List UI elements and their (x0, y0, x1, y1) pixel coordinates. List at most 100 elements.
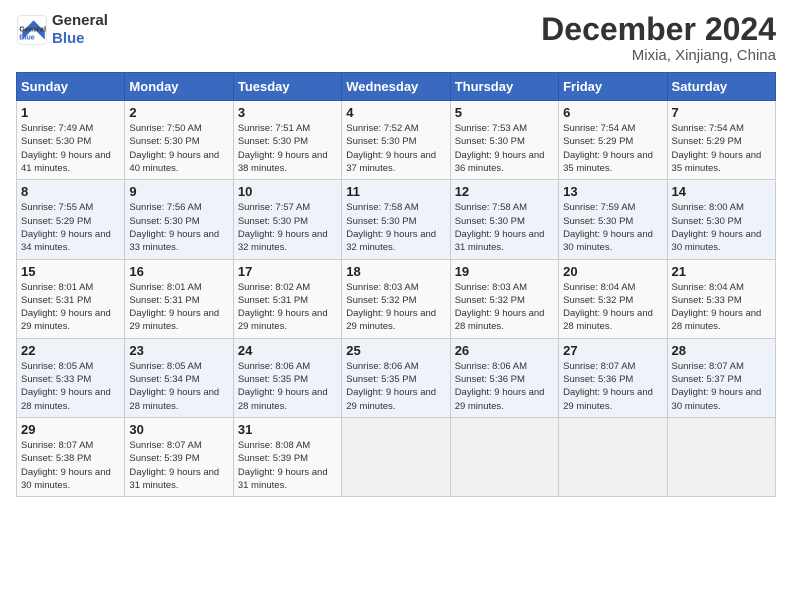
weekday-header: Sunday (17, 73, 125, 101)
day-info: Sunrise: 8:04 AMSunset: 5:33 PMDaylight:… (672, 281, 771, 334)
day-info: Sunrise: 7:53 AMSunset: 5:30 PMDaylight:… (455, 122, 554, 175)
calendar-week-row: 29 Sunrise: 8:07 AMSunset: 5:38 PMDayligh… (17, 417, 776, 496)
header: General Blue General Blue December 2024 … (16, 12, 776, 64)
day-number: 26 (455, 343, 554, 358)
calendar-cell: 18Sunrise: 8:03 AMSunset: 5:32 PMDayligh… (342, 259, 450, 338)
day-info: Sunrise: 7:51 AMSunset: 5:30 PMDaylight:… (238, 122, 337, 175)
day-number: 27 (563, 343, 662, 358)
day-number: 4 (346, 105, 445, 120)
calendar-cell: 1Sunrise: 7:49 AMSunset: 5:30 PMDaylight… (17, 101, 125, 180)
calendar-cell: 14 Sunrise: 8:00 AMSunset: 5:30 PMDayligh… (667, 180, 775, 259)
day-number: 15 (21, 264, 120, 279)
day-info: Sunrise: 8:07 AMSunset: 5:38 PMDaylight:… (21, 439, 120, 492)
day-info: Sunrise: 7:57 AMSunset: 5:30 PMDaylight:… (238, 201, 337, 254)
calendar-week-row: 15 Sunrise: 8:01 AMSunset: 5:31 PMDayligh… (17, 259, 776, 338)
calendar-table: SundayMondayTuesdayWednesdayThursdayFrid… (16, 72, 776, 497)
day-number: 3 (238, 105, 337, 120)
day-info: Sunrise: 8:00 AMSunset: 5:30 PMDaylight:… (672, 201, 771, 254)
weekday-header: Monday (125, 73, 233, 101)
day-number: 10 (238, 184, 337, 199)
calendar-cell: 24 Sunrise: 8:06 AMSunset: 5:35 PMDayligh… (233, 338, 341, 417)
calendar-cell: 9Sunrise: 7:56 AMSunset: 5:30 PMDaylight… (125, 180, 233, 259)
calendar-cell: 29 Sunrise: 8:07 AMSunset: 5:38 PMDayligh… (17, 417, 125, 496)
logo-icon: General Blue (16, 14, 48, 46)
calendar-cell: 28 Sunrise: 8:07 AMSunset: 5:37 PMDayligh… (667, 338, 775, 417)
day-number: 12 (455, 184, 554, 199)
day-info: Sunrise: 8:01 AMSunset: 5:31 PMDaylight:… (129, 281, 228, 334)
day-info: Sunrise: 8:06 AMSunset: 5:36 PMDaylight:… (455, 360, 554, 413)
calendar-cell: 22Sunrise: 8:05 AMSunset: 5:33 PMDayligh… (17, 338, 125, 417)
calendar-cell: 11Sunrise: 7:58 AMSunset: 5:30 PMDayligh… (342, 180, 450, 259)
weekday-header: Tuesday (233, 73, 341, 101)
day-number: 31 (238, 422, 337, 437)
day-number: 21 (672, 264, 771, 279)
day-info: Sunrise: 7:54 AMSunset: 5:29 PMDaylight:… (563, 122, 662, 175)
header-row: SundayMondayTuesdayWednesdayThursdayFrid… (17, 73, 776, 101)
day-number: 23 (129, 343, 228, 358)
page-container: General Blue General Blue December 2024 … (0, 0, 792, 509)
day-number: 25 (346, 343, 445, 358)
day-info: Sunrise: 8:05 AMSunset: 5:34 PMDaylight:… (129, 360, 228, 413)
day-info: Sunrise: 8:06 AMSunset: 5:35 PMDaylight:… (346, 360, 445, 413)
weekday-header: Thursday (450, 73, 558, 101)
day-number: 11 (346, 184, 445, 199)
day-info: Sunrise: 7:55 AMSunset: 5:29 PMDaylight:… (21, 201, 120, 254)
calendar-cell (450, 417, 558, 496)
day-number: 7 (672, 105, 771, 120)
day-info: Sunrise: 8:03 AMSunset: 5:32 PMDaylight:… (455, 281, 554, 334)
calendar-week-row: 22Sunrise: 8:05 AMSunset: 5:33 PMDayligh… (17, 338, 776, 417)
day-number: 13 (563, 184, 662, 199)
calendar-cell: 25 Sunrise: 8:06 AMSunset: 5:35 PMDayligh… (342, 338, 450, 417)
day-info: Sunrise: 8:07 AMSunset: 5:37 PMDaylight:… (672, 360, 771, 413)
calendar-cell: 23 Sunrise: 8:05 AMSunset: 5:34 PMDayligh… (125, 338, 233, 417)
logo-text-block: General Blue (52, 12, 108, 48)
calendar-cell: 8 Sunrise: 7:55 AMSunset: 5:29 PMDaylight… (17, 180, 125, 259)
calendar-header: SundayMondayTuesdayWednesdayThursdayFrid… (17, 73, 776, 101)
day-number: 29 (21, 422, 120, 437)
calendar-cell (559, 417, 667, 496)
calendar-cell: 2 Sunrise: 7:50 AMSunset: 5:30 PMDaylight… (125, 101, 233, 180)
day-info: Sunrise: 8:06 AMSunset: 5:35 PMDaylight:… (238, 360, 337, 413)
day-info: Sunrise: 8:04 AMSunset: 5:32 PMDaylight:… (563, 281, 662, 334)
calendar-week-row: 8 Sunrise: 7:55 AMSunset: 5:29 PMDaylight… (17, 180, 776, 259)
day-number: 20 (563, 264, 662, 279)
day-info: Sunrise: 7:59 AMSunset: 5:30 PMDaylight:… (563, 201, 662, 254)
calendar-cell: 19Sunrise: 8:03 AMSunset: 5:32 PMDayligh… (450, 259, 558, 338)
weekday-header: Wednesday (342, 73, 450, 101)
day-number: 30 (129, 422, 228, 437)
svg-text:Blue: Blue (19, 33, 35, 42)
main-title: December 2024 (541, 12, 776, 47)
day-info: Sunrise: 7:54 AMSunset: 5:29 PMDaylight:… (672, 122, 771, 175)
day-number: 8 (21, 184, 120, 199)
day-number: 9 (129, 184, 228, 199)
day-number: 17 (238, 264, 337, 279)
day-info: Sunrise: 8:05 AMSunset: 5:33 PMDaylight:… (21, 360, 120, 413)
logo-line2: Blue (52, 30, 108, 48)
calendar-cell: 26 Sunrise: 8:06 AMSunset: 5:36 PMDayligh… (450, 338, 558, 417)
weekday-header: Saturday (667, 73, 775, 101)
day-info: Sunrise: 8:03 AMSunset: 5:32 PMDaylight:… (346, 281, 445, 334)
calendar-cell: 12Sunrise: 7:58 AMSunset: 5:30 PMDayligh… (450, 180, 558, 259)
weekday-header: Friday (559, 73, 667, 101)
calendar-cell: 3 Sunrise: 7:51 AMSunset: 5:30 PMDaylight… (233, 101, 341, 180)
day-number: 24 (238, 343, 337, 358)
day-number: 6 (563, 105, 662, 120)
day-info: Sunrise: 8:07 AMSunset: 5:36 PMDaylight:… (563, 360, 662, 413)
calendar-cell: 21 Sunrise: 8:04 AMSunset: 5:33 PMDayligh… (667, 259, 775, 338)
day-number: 14 (672, 184, 771, 199)
day-info: Sunrise: 8:07 AMSunset: 5:39 PMDaylight:… (129, 439, 228, 492)
day-number: 28 (672, 343, 771, 358)
day-info: Sunrise: 7:50 AMSunset: 5:30 PMDaylight:… (129, 122, 228, 175)
subtitle: Mixia, Xinjiang, China (541, 47, 776, 64)
day-number: 2 (129, 105, 228, 120)
day-info: Sunrise: 8:08 AMSunset: 5:39 PMDaylight:… (238, 439, 337, 492)
day-info: Sunrise: 7:49 AMSunset: 5:30 PMDaylight:… (21, 122, 120, 175)
calendar-cell: 5Sunrise: 7:53 AMSunset: 5:30 PMDaylight… (450, 101, 558, 180)
logo-line1: General (52, 12, 108, 30)
calendar-cell (667, 417, 775, 496)
calendar-cell: 20 Sunrise: 8:04 AMSunset: 5:32 PMDayligh… (559, 259, 667, 338)
calendar-body: 1Sunrise: 7:49 AMSunset: 5:30 PMDaylight… (17, 101, 776, 497)
calendar-cell: 7 Sunrise: 7:54 AMSunset: 5:29 PMDaylight… (667, 101, 775, 180)
calendar-cell: 17Sunrise: 8:02 AMSunset: 5:31 PMDayligh… (233, 259, 341, 338)
title-block: December 2024 Mixia, Xinjiang, China (541, 12, 776, 64)
